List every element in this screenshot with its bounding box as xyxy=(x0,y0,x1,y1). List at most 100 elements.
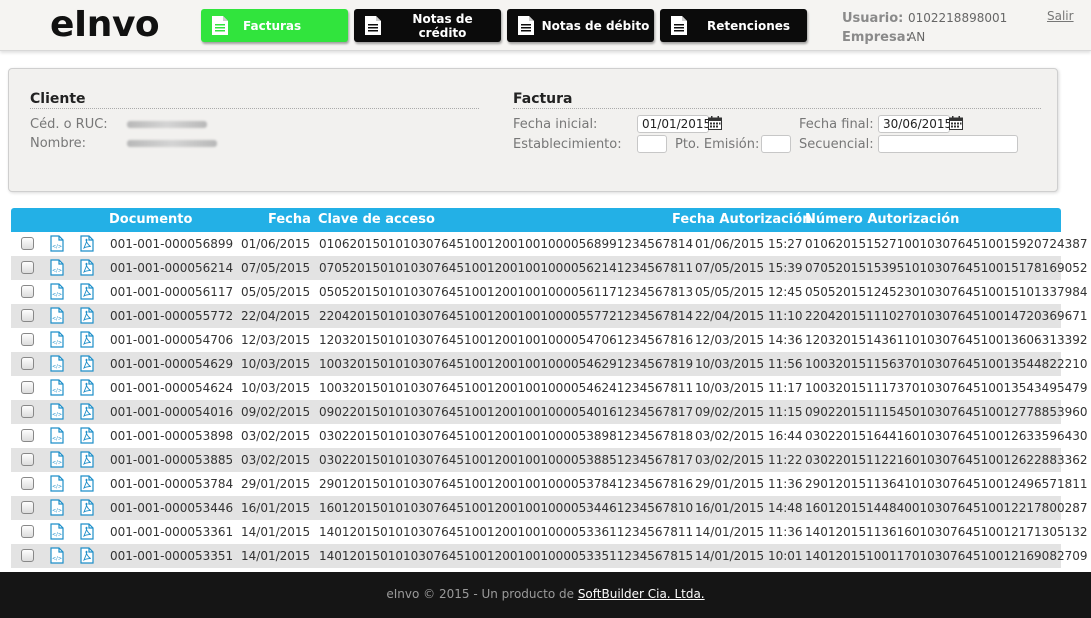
pdf-file-icon[interactable] xyxy=(80,235,94,252)
cell-fecha: 03/02/2015 xyxy=(241,453,311,467)
header-documento[interactable]: Documento xyxy=(109,212,192,227)
table-row[interactable]: </> 001-001-000054624 10/03/2015 1003201501… xyxy=(11,376,1088,400)
xml-file-icon[interactable]: </> xyxy=(50,475,64,492)
row-checkbox[interactable] xyxy=(21,381,34,394)
cell-fecha-autorizacion: 29/01/2015 11:36 xyxy=(695,477,803,491)
xml-file-icon[interactable]: </> xyxy=(50,379,64,396)
header-fecha-autorizacion[interactable]: Fecha Autorización xyxy=(672,212,811,227)
xml-file-icon[interactable]: </> xyxy=(50,259,64,276)
cell-numero-autorizacion: 0902201511154501030764510012778853960 xyxy=(805,405,1088,419)
table-row[interactable]: </> 001-001-000056214 07/05/2015 0705201501… xyxy=(11,256,1088,280)
row-checkbox[interactable] xyxy=(21,525,34,538)
row-checkbox[interactable] xyxy=(21,405,34,418)
cell-numero-autorizacion: 0302201516441601030764510012633596430 xyxy=(805,429,1088,443)
tab-notas-credito[interactable]: Notas de crédito xyxy=(354,9,501,42)
secuencial-input[interactable] xyxy=(878,135,1018,153)
pdf-file-icon[interactable] xyxy=(80,499,94,516)
xml-file-icon[interactable]: </> xyxy=(50,235,64,252)
pdf-file-icon[interactable] xyxy=(80,379,94,396)
pdf-file-icon[interactable] xyxy=(80,523,94,540)
pdf-file-icon[interactable] xyxy=(80,259,94,276)
table-row[interactable]: </> 001-001-000053784 29/01/2015 2901201501… xyxy=(11,472,1088,496)
tab-notas-debito[interactable]: Notas de débito xyxy=(507,9,654,42)
fecha-final-input[interactable] xyxy=(878,115,950,133)
header-numero-autorizacion[interactable]: Número Autorización xyxy=(805,212,959,227)
footer-text: eInvo © 2015 - Un producto de xyxy=(386,587,578,601)
pto-emision-input[interactable] xyxy=(761,135,791,153)
table-row[interactable]: </> 001-001-000056117 05/05/2015 0505201501… xyxy=(11,280,1088,304)
row-checkbox[interactable] xyxy=(21,285,34,298)
xml-file-icon[interactable]: </> xyxy=(50,427,64,444)
redacted-nombre xyxy=(127,140,217,147)
cell-documento: 001-001-000053898 xyxy=(110,429,234,443)
table-row[interactable]: </> 001-001-000053351 14/01/2015 1401201501… xyxy=(11,544,1088,568)
pdf-file-icon[interactable] xyxy=(80,403,94,420)
usuario-label: Usuario: xyxy=(842,11,904,26)
xml-file-icon[interactable]: </> xyxy=(50,451,64,468)
cell-documento: 001-001-000053361 xyxy=(110,525,234,539)
cell-fecha: 14/01/2015 xyxy=(241,525,311,539)
svg-text:</>: </> xyxy=(52,556,62,562)
logout-link[interactable]: Salir xyxy=(1047,9,1074,23)
row-checkbox[interactable] xyxy=(21,357,34,370)
table-row[interactable]: </> 001-001-000054629 10/03/2015 1003201501… xyxy=(11,352,1088,376)
xml-file-icon[interactable]: </> xyxy=(50,355,64,372)
row-checkbox[interactable] xyxy=(21,261,34,274)
company-link[interactable]: SoftBuilder Cia. Ltda. xyxy=(578,587,705,601)
cell-fecha: 07/05/2015 xyxy=(241,261,311,275)
table-row[interactable]: </> 001-001-000053361 14/01/2015 1401201501… xyxy=(11,520,1088,544)
table-row[interactable]: </> 001-001-000056899 01/06/2015 0106201501… xyxy=(11,232,1088,256)
cell-numero-autorizacion: 1003201511563701030764510013544822210 xyxy=(805,357,1088,371)
svg-text:</>: </> xyxy=(52,532,62,538)
pdf-file-icon[interactable] xyxy=(80,451,94,468)
row-checkbox[interactable] xyxy=(21,237,34,250)
svg-text:</>: </> xyxy=(52,508,62,514)
svg-text:</>: </> xyxy=(52,244,62,250)
xml-file-icon[interactable]: </> xyxy=(50,523,64,540)
row-checkbox[interactable] xyxy=(21,333,34,346)
cell-documento: 001-001-000053351 xyxy=(110,549,234,563)
tab-facturas[interactable]: Facturas xyxy=(201,9,348,42)
cell-numero-autorizacion: 1003201511173701030764510013543495479 xyxy=(805,381,1088,395)
xml-file-icon[interactable]: </> xyxy=(50,331,64,348)
row-checkbox[interactable] xyxy=(21,453,34,466)
xml-file-icon[interactable]: </> xyxy=(50,403,64,420)
header-clave[interactable]: Clave de acceso xyxy=(318,212,435,227)
pdf-file-icon[interactable] xyxy=(80,331,94,348)
header-fecha[interactable]: Fecha xyxy=(268,212,311,227)
xml-file-icon[interactable]: </> xyxy=(50,307,64,324)
calendar-icon[interactable] xyxy=(708,116,722,130)
pdf-file-icon[interactable] xyxy=(80,547,94,564)
row-checkbox[interactable] xyxy=(21,309,34,322)
row-checkbox[interactable] xyxy=(21,501,34,514)
table-row[interactable]: </> 001-001-000053446 16/01/2015 1601201501… xyxy=(11,496,1088,520)
pdf-file-icon[interactable] xyxy=(80,307,94,324)
cell-numero-autorizacion: 0106201515271001030764510015920724387 xyxy=(805,237,1088,251)
pdf-file-icon[interactable] xyxy=(80,283,94,300)
pdf-file-icon[interactable] xyxy=(80,475,94,492)
calendar-icon[interactable] xyxy=(949,116,963,130)
establecimiento-input[interactable] xyxy=(637,135,667,153)
cell-clave: 1003201501010307645100120010010000546241… xyxy=(319,381,694,395)
row-checkbox[interactable] xyxy=(21,477,34,490)
cell-fecha: 14/01/2015 xyxy=(241,549,311,563)
xml-file-icon[interactable]: </> xyxy=(50,499,64,516)
tab-retenciones[interactable]: Retenciones xyxy=(660,9,807,42)
pdf-file-icon[interactable] xyxy=(80,427,94,444)
cell-clave: 0505201501010307645100120010010000561171… xyxy=(319,285,694,299)
cell-clave: 2901201501010307645100120010010000537841… xyxy=(319,477,694,491)
table-row[interactable]: </> 001-001-000053885 03/02/2015 0302201501… xyxy=(11,448,1088,472)
table-row[interactable]: </> 001-001-000053898 03/02/2015 0302201501… xyxy=(11,424,1088,448)
svg-text:</>: </> xyxy=(52,316,62,322)
table-row[interactable]: </> 001-001-000054706 12/03/2015 1203201501… xyxy=(11,328,1088,352)
xml-file-icon[interactable]: </> xyxy=(50,283,64,300)
table-header: Documento Fecha Clave de acceso Fecha Au… xyxy=(11,208,1061,232)
row-checkbox[interactable] xyxy=(21,549,34,562)
cell-documento: 001-001-000053885 xyxy=(110,453,234,467)
table-row[interactable]: </> 001-001-000054016 09/02/2015 0902201501… xyxy=(11,400,1088,424)
xml-file-icon[interactable]: </> xyxy=(50,547,64,564)
row-checkbox[interactable] xyxy=(21,429,34,442)
table-row[interactable]: </> 001-001-000055772 22/04/2015 2204201501… xyxy=(11,304,1088,328)
fecha-inicial-input[interactable] xyxy=(637,115,709,133)
pdf-file-icon[interactable] xyxy=(80,355,94,372)
